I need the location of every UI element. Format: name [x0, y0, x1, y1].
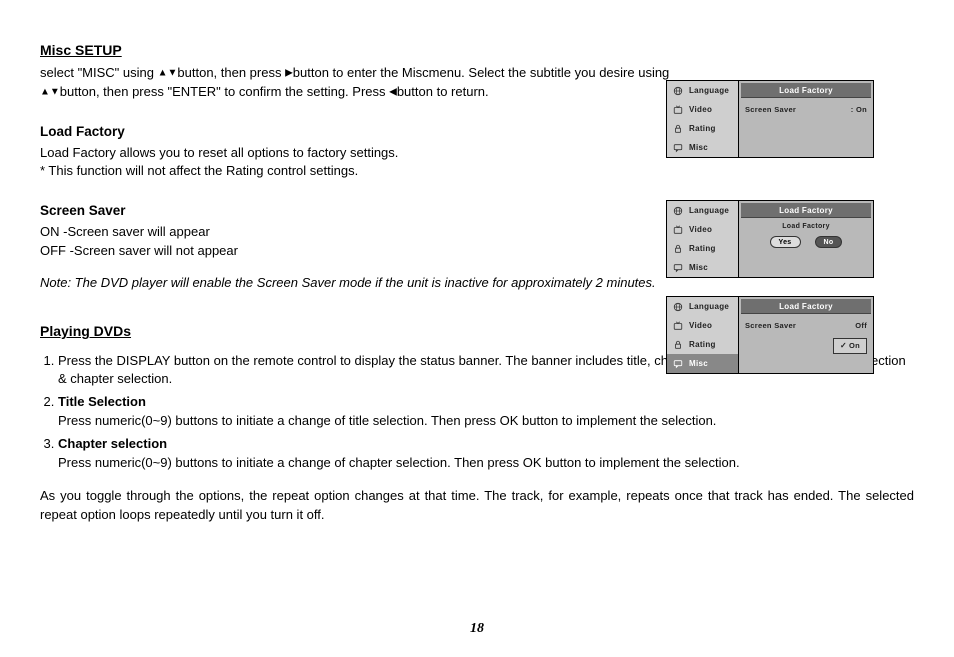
- no-button[interactable]: No: [815, 236, 843, 248]
- osd-header: Load Factory: [741, 299, 871, 314]
- tv-icon: [672, 105, 684, 115]
- on-option-selected[interactable]: ✓On: [833, 338, 867, 354]
- screen-saver-label: Screen Saver: [745, 105, 796, 116]
- menu-label: Video: [689, 104, 712, 116]
- globe-icon: [672, 86, 684, 96]
- menu-language[interactable]: Language: [667, 297, 738, 316]
- menu-video[interactable]: Video: [667, 100, 738, 119]
- load-factory-line1: Load Factory allows you to reset all opt…: [40, 144, 680, 163]
- osd-menu: Language Video Rating Misc: [667, 297, 739, 373]
- speech-icon: [672, 143, 684, 153]
- playing-paragraph: As you toggle through the options, the r…: [40, 487, 914, 525]
- menu-language[interactable]: Language: [667, 201, 738, 220]
- lock-icon: [672, 340, 684, 350]
- menu-label: Misc: [689, 142, 708, 154]
- text-part: button to enter the Miscmenu. Select the…: [293, 65, 670, 80]
- on-label: On: [849, 341, 860, 350]
- left-icon: ◀: [389, 86, 397, 97]
- menu-label: Misc: [689, 358, 708, 370]
- menu-rating[interactable]: Rating: [667, 239, 738, 258]
- menu-label: Language: [689, 301, 729, 313]
- load-factory-line2: * This function will not affect the Rati…: [40, 162, 680, 181]
- speech-icon: [672, 263, 684, 273]
- lock-icon: [672, 244, 684, 254]
- item2-body: Press numeric(0~9) buttons to initiate a…: [58, 413, 716, 428]
- screen-saver-on: ON -Screen saver will appear: [40, 223, 680, 242]
- menu-rating[interactable]: Rating: [667, 335, 738, 354]
- text-part: button to return.: [397, 84, 489, 99]
- osd-header: Load Factory: [741, 203, 871, 218]
- lock-icon: [672, 124, 684, 134]
- osd-panel-1: Language Video Rating Misc Load Factory: [666, 80, 874, 158]
- load-factory-title: Load Factory: [40, 122, 680, 142]
- text-part: button, then press "ENTER" to confirm th…: [60, 84, 389, 99]
- list-item: Title Selection Press numeric(0~9) butto…: [58, 393, 914, 431]
- menu-label: Video: [689, 320, 712, 332]
- screen-saver-label: Screen Saver: [745, 321, 796, 332]
- menu-misc[interactable]: Misc: [667, 354, 738, 373]
- menu-label: Rating: [689, 123, 716, 135]
- menu-label: Rating: [689, 339, 716, 351]
- menu-label: Misc: [689, 262, 708, 274]
- menu-label: Language: [689, 205, 729, 217]
- osd-panel-3: Language Video Rating Misc Load Factory: [666, 296, 874, 374]
- list-item: Chapter selection Press numeric(0~9) but…: [58, 435, 914, 473]
- menu-label: Video: [689, 224, 712, 236]
- item2-title: Title Selection: [58, 394, 146, 409]
- off-option[interactable]: Off: [855, 321, 867, 332]
- osd-menu: Language Video Rating Misc: [667, 201, 739, 277]
- menu-label: Language: [689, 85, 729, 97]
- menu-video[interactable]: Video: [667, 220, 738, 239]
- screen-saver-off: OFF -Screen saver will not appear: [40, 242, 680, 261]
- globe-icon: [672, 302, 684, 312]
- misc-setup-intro: select "MISC" using ▲▼button, then press…: [40, 64, 680, 102]
- page-number: 18: [0, 619, 954, 639]
- osd-menu: Language Video Rating Misc: [667, 81, 739, 157]
- globe-icon: [672, 206, 684, 216]
- tv-icon: [672, 321, 684, 331]
- speech-icon: [672, 359, 684, 369]
- osd-header: Load Factory: [741, 83, 871, 98]
- menu-language[interactable]: Language: [667, 81, 738, 100]
- item3-title: Chapter selection: [58, 436, 167, 451]
- text-part: button, then press: [177, 65, 285, 80]
- text-part: select "MISC" using: [40, 65, 158, 80]
- right-icon: ▶: [285, 68, 293, 79]
- menu-video[interactable]: Video: [667, 316, 738, 335]
- up-down-icon: ▲▼: [40, 86, 60, 97]
- screen-saver-title: Screen Saver: [40, 201, 680, 221]
- screen-saver-value: : On: [851, 105, 867, 116]
- item3-body: Press numeric(0~9) buttons to initiate a…: [58, 455, 740, 470]
- menu-label: Rating: [689, 243, 716, 255]
- yes-button[interactable]: Yes: [770, 236, 801, 248]
- menu-rating[interactable]: Rating: [667, 119, 738, 138]
- misc-setup-heading: Misc SETUP: [40, 40, 680, 60]
- tv-icon: [672, 225, 684, 235]
- menu-misc[interactable]: Misc: [667, 258, 738, 277]
- osd-panel-2: Language Video Rating Misc Load Factory: [666, 200, 874, 278]
- menu-misc[interactable]: Misc: [667, 138, 738, 157]
- up-down-icon: ▲▼: [158, 68, 178, 79]
- load-factory-label: Load Factory: [745, 222, 867, 232]
- check-icon: ✓: [840, 341, 847, 350]
